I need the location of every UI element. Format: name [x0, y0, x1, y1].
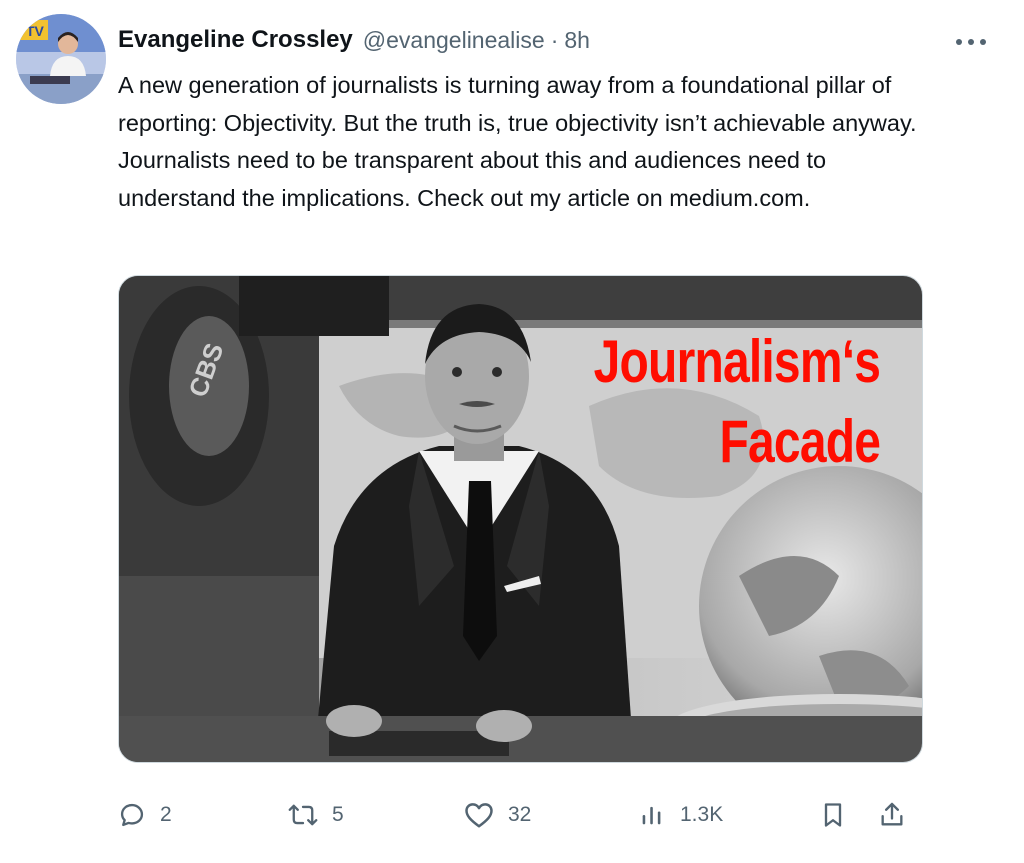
overlay-line-1: Journalism‘s [593, 328, 880, 395]
tweet-header: Evangeline Crossley @evangelinealise · 8… [118, 24, 590, 56]
author-handle[interactable]: @evangelinealise [363, 27, 545, 54]
views-count: 1.3K [680, 803, 724, 826]
separator-dot: · [550, 26, 559, 53]
media-overlay-title: Journalism‘s Facade [593, 322, 880, 482]
retweet-icon [288, 804, 318, 826]
views-icon [642, 806, 661, 825]
tweet-text: A new generation of journalists is turni… [118, 72, 917, 211]
views-button[interactable]: 1.3K [638, 795, 723, 835]
avatar-badge: TV [26, 23, 45, 39]
bookmark-button[interactable] [820, 795, 846, 835]
like-count: 32 [508, 803, 532, 826]
reply-icon [120, 803, 144, 827]
retweet-button[interactable]: 5 [288, 795, 344, 835]
avatar-image: TV [16, 14, 106, 104]
reply-count: 2 [160, 803, 172, 826]
more-options-icon[interactable] [956, 34, 986, 50]
like-button[interactable]: 32 [464, 795, 531, 835]
avatar[interactable]: TV [16, 14, 106, 104]
timestamp[interactable]: 8h [564, 27, 590, 54]
retweet-count: 5 [332, 803, 344, 826]
tweet-media[interactable]: CBS Journalism‘s Facade [118, 275, 923, 763]
share-button[interactable] [878, 795, 906, 835]
bookmark-icon [824, 803, 842, 827]
action-bar: 2 5 32 1.3K [118, 795, 918, 835]
author-name[interactable]: Evangeline Crossley [118, 26, 353, 54]
reply-button[interactable]: 2 [118, 795, 172, 835]
share-icon [881, 802, 903, 826]
heart-icon [465, 803, 493, 828]
overlay-line-2: Facade [719, 408, 880, 475]
